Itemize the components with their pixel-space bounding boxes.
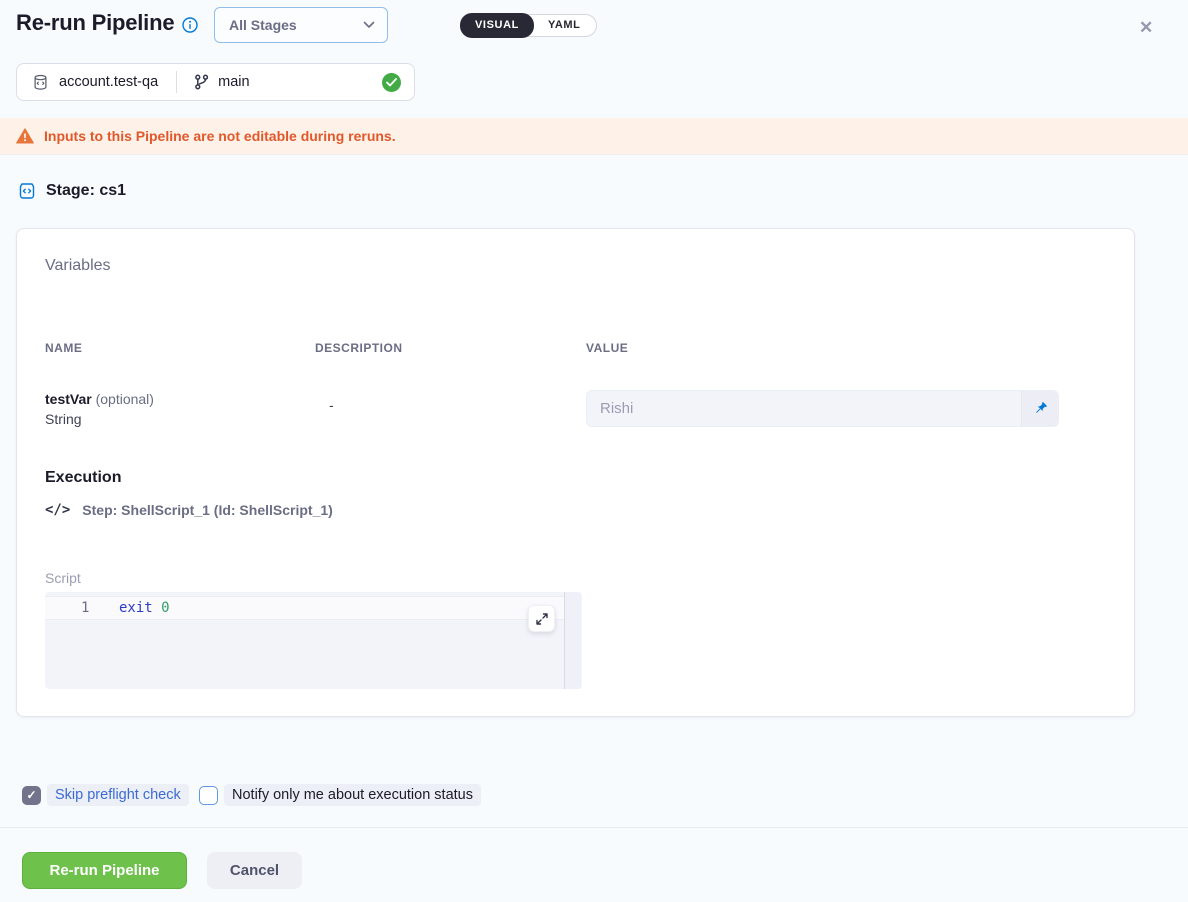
column-header-name: NAME xyxy=(45,341,82,355)
warning-triangle-icon xyxy=(16,128,34,144)
skip-preflight-option[interactable]: ✓ Skip preflight check xyxy=(22,784,189,806)
script-code-editor[interactable]: 1 exit 0 xyxy=(45,592,582,689)
editor-scrollbar[interactable] xyxy=(564,592,581,689)
expand-editor-button[interactable] xyxy=(528,605,555,632)
page-title: Re-run Pipeline xyxy=(16,10,174,36)
stage-filter-value: All Stages xyxy=(229,17,297,33)
line-number: 1 xyxy=(81,600,89,616)
stage-inputs-card: Variables NAME DESCRIPTION VALUE testVar… xyxy=(16,228,1135,717)
stage-label: Stage: cs1 xyxy=(46,182,126,200)
variable-type: String xyxy=(45,409,154,429)
variable-name-cell: testVar (optional) String xyxy=(45,389,154,429)
pipeline-context-bar[interactable]: account.test-qa main xyxy=(16,63,415,101)
skip-preflight-label: Skip preflight check xyxy=(47,784,189,806)
code-keyword: exit xyxy=(119,600,153,616)
code-number: 0 xyxy=(161,600,169,616)
close-icon[interactable]: ✕ xyxy=(1139,19,1153,36)
variable-description: - xyxy=(329,397,334,413)
column-header-description: DESCRIPTION xyxy=(315,341,403,355)
chip-divider xyxy=(176,71,177,93)
stage-header: Stage: cs1 xyxy=(17,181,126,201)
repo-name: account.test-qa xyxy=(59,74,158,90)
view-mode-toggle: VISUAL YAML xyxy=(460,14,597,37)
script-field-label: Script xyxy=(45,570,81,586)
execution-section-title: Execution xyxy=(45,469,121,487)
step-header: </> Step: ShellScript_1 (Id: ShellScript… xyxy=(45,502,333,518)
code-line: exit 0 xyxy=(119,600,170,616)
info-icon[interactable] xyxy=(182,17,198,33)
stage-filter-select[interactable]: All Stages xyxy=(214,7,388,43)
cancel-button[interactable]: Cancel xyxy=(207,852,302,889)
expand-icon xyxy=(536,613,548,625)
git-branch-icon xyxy=(194,74,209,90)
rerun-pipeline-button[interactable]: Re-run Pipeline xyxy=(22,852,187,889)
tab-visual[interactable]: VISUAL xyxy=(460,13,534,38)
pin-icon[interactable] xyxy=(1021,391,1058,426)
warning-message: Inputs to this Pipeline are not editable… xyxy=(44,128,396,144)
variable-name: testVar xyxy=(45,391,92,407)
branch-name: main xyxy=(218,74,249,90)
skip-preflight-checkbox[interactable]: ✓ xyxy=(22,786,41,805)
chevron-down-icon xyxy=(363,21,375,29)
column-header-value: VALUE xyxy=(586,341,628,355)
variable-value-input[interactable] xyxy=(587,391,1058,426)
warning-banner: Inputs to this Pipeline are not editable… xyxy=(0,118,1188,155)
notify-only-me-checkbox[interactable] xyxy=(199,786,218,805)
repository-icon xyxy=(32,74,49,91)
notify-only-me-label: Notify only me about execution status xyxy=(224,784,481,806)
custom-stage-icon xyxy=(17,181,37,201)
tab-yaml[interactable]: YAML xyxy=(533,14,596,37)
step-label: Step: ShellScript_1 (Id: ShellScript_1) xyxy=(82,502,333,518)
footer-divider xyxy=(0,827,1188,828)
check-circle-icon xyxy=(382,73,401,92)
variable-value-field-wrap xyxy=(586,390,1059,427)
variable-optional-tag: (optional) xyxy=(96,391,154,407)
variables-section-title: Variables xyxy=(45,257,111,275)
notify-only-me-option[interactable]: Notify only me about execution status xyxy=(199,784,481,806)
code-icon: </> xyxy=(45,502,70,518)
